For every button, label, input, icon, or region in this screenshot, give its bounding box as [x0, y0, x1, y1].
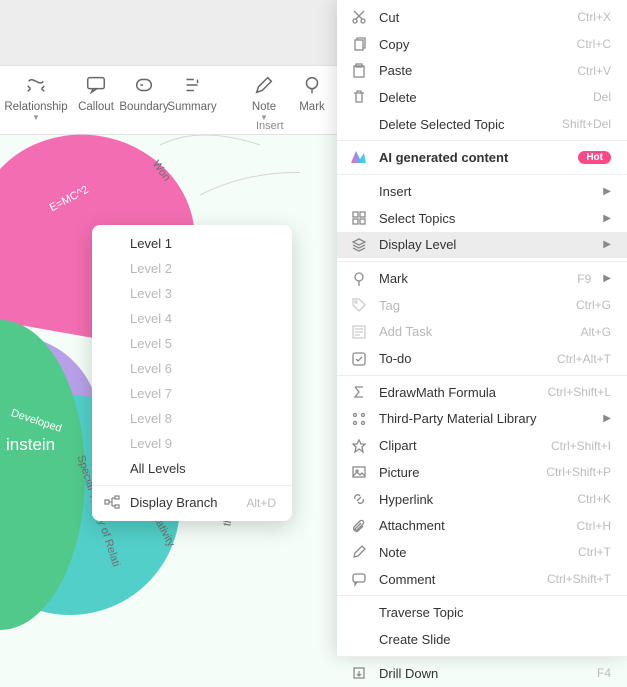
- tag-icon: [351, 297, 367, 313]
- picture-icon: [351, 464, 367, 480]
- submenu-item-level-4[interactable]: Level 4: [92, 306, 292, 331]
- tool-mark[interactable]: Mark: [288, 66, 336, 113]
- drilldown-icon: [351, 665, 367, 681]
- cut-icon: [351, 9, 367, 25]
- tool-summary[interactable]: Summary: [168, 66, 216, 113]
- menu-item-note[interactable]: NoteCtrl+T: [337, 539, 627, 566]
- paste-icon: [351, 63, 367, 79]
- chevron-right-icon: ▶: [603, 413, 611, 424]
- menu-item-paste[interactable]: PasteCtrl+V: [337, 57, 627, 84]
- branch-icon: [104, 494, 120, 510]
- menu-item-traverse[interactable]: Traverse Topic: [337, 599, 627, 626]
- tool-boundary[interactable]: Boundary: [120, 66, 168, 113]
- grid-icon: [351, 411, 367, 427]
- context-menu: CutCtrl+X CopyCtrl+C PasteCtrl+V DeleteD…: [337, 0, 627, 656]
- menu-item-drill-down[interactable]: Drill DownF4: [337, 660, 627, 687]
- chevron-right-icon: ▶: [603, 239, 611, 250]
- relationship-icon: [25, 74, 47, 96]
- menu-item-add-task[interactable]: Add TaskAlt+G: [337, 319, 627, 346]
- menu-item-hyperlink[interactable]: HyperlinkCtrl+K: [337, 486, 627, 513]
- menu-item-picture[interactable]: PictureCtrl+Shift+P: [337, 459, 627, 486]
- menu-item-ai[interactable]: AI generated contentHot: [337, 144, 627, 171]
- menu-item-delete[interactable]: DeleteDel: [337, 84, 627, 111]
- submenu-item-level-8[interactable]: Level 8: [92, 406, 292, 431]
- menu-item-mark[interactable]: MarkF9▶: [337, 265, 627, 292]
- submenu-item-display-branch[interactable]: Display Branch Alt+D: [92, 490, 292, 515]
- todo-icon: [351, 351, 367, 367]
- layers-icon: [351, 237, 367, 253]
- boundary-icon: [133, 74, 155, 96]
- note-icon: [253, 74, 275, 96]
- submenu-item-level-3[interactable]: Level 3: [92, 281, 292, 306]
- separator: [337, 595, 627, 596]
- menu-item-third-party[interactable]: Third-Party Material Library▶: [337, 406, 627, 433]
- menu-item-comment[interactable]: CommentCtrl+Shift+T: [337, 566, 627, 593]
- menu-item-attachment[interactable]: AttachmentCtrl+H: [337, 512, 627, 539]
- toolbar-group-label: Insert: [256, 120, 284, 132]
- separator: [337, 174, 627, 175]
- sigma-icon: [351, 384, 367, 400]
- separator: [337, 261, 627, 262]
- callout-icon: [85, 74, 107, 96]
- submenu-item-all-levels[interactable]: All Levels: [92, 456, 292, 481]
- chevron-right-icon: ▶: [603, 273, 611, 284]
- menu-item-cut[interactable]: CutCtrl+X: [337, 4, 627, 31]
- mark-icon: [351, 271, 367, 287]
- note-icon: [351, 544, 367, 560]
- center-topic-label: instein: [6, 435, 55, 455]
- hot-badge: Hot: [578, 151, 611, 164]
- clipart-icon: [351, 438, 367, 454]
- delete-icon: [351, 89, 367, 105]
- submenu-item-level-9[interactable]: Level 9: [92, 431, 292, 456]
- menu-item-todo[interactable]: To-doCtrl+Alt+T: [337, 345, 627, 372]
- tool-note[interactable]: Note ▼: [240, 66, 288, 122]
- task-icon: [351, 324, 367, 340]
- submenu-item-level-7[interactable]: Level 7: [92, 381, 292, 406]
- submenu-item-level-1[interactable]: Level 1: [92, 231, 292, 256]
- summary-icon: [181, 74, 203, 96]
- menu-item-copy[interactable]: CopyCtrl+C: [337, 31, 627, 58]
- copy-icon: [351, 36, 367, 52]
- tool-relationship[interactable]: Relationship ▼: [0, 66, 72, 122]
- submenu-item-level-2[interactable]: Level 2: [92, 256, 292, 281]
- chevron-right-icon: ▶: [603, 186, 611, 197]
- separator: [92, 485, 292, 486]
- ai-icon: [349, 149, 367, 167]
- separator: [337, 375, 627, 376]
- link-icon: [351, 491, 367, 507]
- menu-item-clipart[interactable]: ClipartCtrl+Shift+I: [337, 432, 627, 459]
- menu-item-display-level[interactable]: Display Level▶: [337, 232, 627, 259]
- submenu-item-level-6[interactable]: Level 6: [92, 356, 292, 381]
- display-level-submenu: Level 1 Level 2 Level 3 Level 4 Level 5 …: [92, 225, 292, 521]
- submenu-item-level-5[interactable]: Level 5: [92, 331, 292, 356]
- attachment-icon: [351, 518, 367, 534]
- comment-icon: [351, 571, 367, 587]
- menu-item-insert[interactable]: Insert▶: [337, 178, 627, 205]
- tool-callout[interactable]: Callout: [72, 66, 120, 113]
- menu-item-tag[interactable]: TagCtrl+G: [337, 292, 627, 319]
- menu-item-edrawmath[interactable]: EdrawMath FormulaCtrl+Shift+L: [337, 379, 627, 406]
- caret-down-icon: ▼: [32, 113, 40, 122]
- menu-item-select-topics[interactable]: Select Topics▶: [337, 205, 627, 232]
- chevron-right-icon: ▶: [603, 213, 611, 224]
- select-icon: [351, 210, 367, 226]
- menu-item-delete-selected[interactable]: Delete Selected TopicShift+Del: [337, 111, 627, 138]
- mark-icon: [301, 74, 323, 96]
- menu-item-create-slide[interactable]: Create Slide: [337, 626, 627, 653]
- separator: [337, 140, 627, 141]
